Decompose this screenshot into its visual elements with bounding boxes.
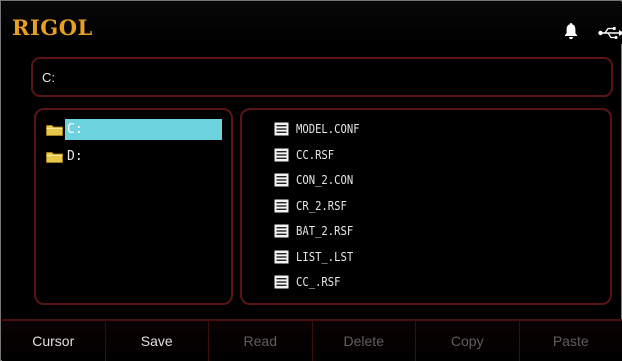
usb-icon <box>598 27 622 39</box>
drive-label: D: <box>67 149 83 164</box>
delete-softkey[interactable]: Delete <box>312 319 416 361</box>
read-softkey[interactable]: Read <box>209 319 313 361</box>
softkey-menu-bar: Cursor Save Read Delete Copy Paste <box>2 319 622 361</box>
document-icon <box>274 122 289 136</box>
drive-item-d[interactable]: D: <box>46 146 222 167</box>
file-item[interactable]: CR_2.RSF <box>274 196 354 216</box>
screen-frame: RIGOL C: C: D: MODEL.CONF CC.RSF CON_2.C… <box>0 0 622 361</box>
file-item[interactable]: CC.RSF <box>274 145 339 165</box>
document-icon <box>274 173 289 187</box>
file-name: BAT_2.RSF <box>296 224 354 238</box>
file-name: CC.RSF <box>296 148 335 162</box>
file-list-panel: MODEL.CONF CC.RSF CON_2.CON CR_2.RSF BAT… <box>240 108 612 305</box>
paste-softkey[interactable]: Paste <box>519 319 622 361</box>
top-bar: RIGOL <box>2 2 622 44</box>
cursor-softkey[interactable]: Cursor <box>2 319 106 361</box>
document-icon <box>274 199 289 213</box>
file-item[interactable]: LIST_.LST <box>274 247 361 267</box>
bell-icon <box>565 23 577 40</box>
file-name: LIST_.LST <box>296 250 354 264</box>
folder-icon <box>46 151 63 163</box>
current-path-text: C: <box>42 70 55 85</box>
document-icon <box>274 250 289 264</box>
file-item[interactable]: BAT_2.RSF <box>274 221 361 241</box>
file-name: CON_2.CON <box>296 173 354 187</box>
drive-list-panel: C: D: <box>34 108 233 305</box>
drive-label: C: <box>65 119 222 140</box>
document-icon <box>274 275 289 289</box>
file-item[interactable]: MODEL.CONF <box>274 119 368 139</box>
folder-icon <box>46 124 63 136</box>
file-name: CR_2.RSF <box>296 199 347 213</box>
file-item[interactable]: CON_2.CON <box>274 170 361 190</box>
save-softkey[interactable]: Save <box>105 319 209 361</box>
document-icon <box>274 148 289 162</box>
document-icon <box>274 224 289 238</box>
file-item[interactable]: CC_.RSF <box>274 272 347 292</box>
current-path-field: C: <box>31 57 613 97</box>
brand-logo: RIGOL <box>12 15 93 40</box>
drive-item-c[interactable]: C: <box>46 119 222 140</box>
copy-softkey[interactable]: Copy <box>416 319 520 361</box>
file-name: CC_.RSF <box>296 275 341 289</box>
file-name: MODEL.CONF <box>296 122 360 136</box>
